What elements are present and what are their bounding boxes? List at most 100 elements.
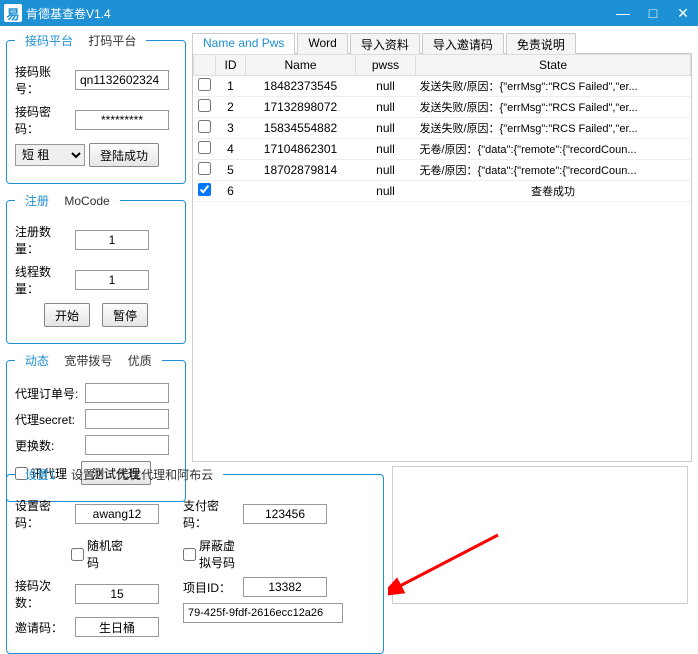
title-bar: 易 肯德基查卷V1.4 — □ ✕	[0, 0, 698, 26]
cell-id: 3	[216, 118, 246, 139]
tab-name-pws[interactable]: Name and Pws	[192, 33, 295, 54]
row-checkbox[interactable]	[198, 99, 211, 112]
paypwd-input[interactable]	[243, 504, 327, 524]
cell-id: 5	[216, 160, 246, 181]
reg-count-label: 注册数量：	[15, 223, 71, 257]
main-tabstrip: Name and Pws Word 导入资料 导入邀请码 免责说明	[192, 32, 692, 54]
paypwd-label: 支付密码：	[183, 497, 239, 531]
random-pwd-checkbox[interactable]: 随机密码	[71, 537, 127, 571]
proxy-order-input[interactable]	[85, 383, 169, 403]
setpwd-label: 设置密码：	[15, 497, 71, 531]
password-label: 接码密码：	[15, 103, 71, 137]
change-count-label: 更换数:	[15, 437, 81, 454]
tab-platform[interactable]: 接码平台	[19, 34, 79, 48]
tab-mocode[interactable]: MoCode	[58, 194, 115, 208]
table-row[interactable]: 417104862301null无卷/原因：{"data":{"remote":…	[194, 139, 691, 160]
cell-pwss: null	[356, 181, 416, 202]
tab-import-invite[interactable]: 导入邀请码	[422, 33, 504, 54]
table-row[interactable]: 118482373545null发送失败/原因：{"errMsg":"RCS F…	[194, 76, 691, 97]
thread-count-label: 线程数量：	[15, 263, 71, 297]
th-check	[194, 55, 216, 76]
cell-pwss: null	[356, 97, 416, 118]
thread-count-input[interactable]	[75, 270, 149, 290]
row-checkbox[interactable]	[198, 78, 211, 91]
tab-quality[interactable]: 优质	[122, 354, 158, 368]
invite-label: 邀请码：	[15, 619, 71, 636]
cell-state: 无卷/原因：{"data":{"remote":{"recordCoun...	[416, 139, 691, 160]
tab-settings2[interactable]: 设置2	[65, 468, 108, 482]
cell-state: 发送失败/原因：{"errMsg":"RCS Failed","er...	[416, 118, 691, 139]
cell-name: 17132898072	[246, 97, 356, 118]
cell-name: 17104862301	[246, 139, 356, 160]
row-checkbox[interactable]	[198, 183, 211, 196]
cell-id: 2	[216, 97, 246, 118]
change-count-input[interactable]	[85, 435, 169, 455]
app-title: 肯德基查卷V1.4	[26, 5, 111, 22]
cell-state: 发送失败/原因：{"errMsg":"RCS Failed","er...	[416, 97, 691, 118]
th-state: State	[416, 55, 691, 76]
window-buttons: — □ ✕	[608, 0, 698, 26]
login-button[interactable]: 登陆成功	[89, 143, 159, 167]
cell-pwss: null	[356, 160, 416, 181]
maximize-button[interactable]: □	[638, 0, 668, 26]
recv-count-input[interactable]	[75, 584, 159, 604]
cell-state: 查卷成功	[416, 181, 691, 202]
cell-pwss: null	[356, 118, 416, 139]
cell-pwss: null	[356, 76, 416, 97]
password-input[interactable]	[75, 110, 169, 130]
pid-label: 项目ID：	[183, 579, 239, 596]
row-checkbox[interactable]	[198, 141, 211, 154]
tab-register[interactable]: 注册	[19, 194, 55, 208]
data-table: ID Name pwss State 118482373545null发送失败/…	[193, 54, 691, 202]
minimize-button[interactable]: —	[608, 0, 638, 26]
register-group: 注册 MoCode 注册数量： 线程数量： 开始 暂停	[6, 192, 186, 344]
tab-wuyou[interactable]: 无忧代理和阿布云	[111, 468, 219, 482]
short-rent-select[interactable]: 短 租	[15, 144, 85, 166]
cell-name: 18482373545	[246, 76, 356, 97]
tab-settings1[interactable]: 设置1	[19, 468, 62, 482]
account-input[interactable]	[75, 70, 169, 90]
setpwd-input[interactable]	[75, 504, 159, 524]
account-label: 接码账号：	[15, 63, 71, 97]
cell-name: 18702879814	[246, 160, 356, 181]
proxy-order-label: 代理订单号:	[15, 385, 81, 402]
tab-word[interactable]: Word	[297, 33, 347, 54]
pid-input[interactable]	[243, 577, 327, 597]
tab-dama[interactable]: 打码平台	[82, 34, 142, 48]
reg-count-input[interactable]	[75, 230, 149, 250]
tab-import-data[interactable]: 导入资料	[350, 33, 420, 54]
code-input[interactable]	[183, 603, 343, 623]
recv-count-label: 接码次数：	[15, 577, 71, 611]
proxy-secret-label: 代理secret:	[15, 411, 81, 428]
cell-state: 无卷/原因：{"data":{"remote":{"recordCoun...	[416, 160, 691, 181]
tab-disclaimer[interactable]: 免责说明	[506, 33, 576, 54]
tab-dynamic[interactable]: 动态	[19, 354, 55, 368]
cell-state: 发送失败/原因：{"errMsg":"RCS Failed","er...	[416, 76, 691, 97]
preview-pane	[392, 466, 688, 604]
table-row[interactable]: 217132898072null发送失败/原因：{"errMsg":"RCS F…	[194, 97, 691, 118]
cell-name: 15834554882	[246, 118, 356, 139]
th-pwss: pwss	[356, 55, 416, 76]
start-button[interactable]: 开始	[44, 303, 90, 327]
row-checkbox[interactable]	[198, 162, 211, 175]
cell-id: 4	[216, 139, 246, 160]
cell-id: 1	[216, 76, 246, 97]
tab-dial[interactable]: 宽带拨号	[58, 354, 118, 368]
app-icon: 易	[4, 4, 22, 22]
th-name: Name	[246, 55, 356, 76]
cell-pwss: null	[356, 139, 416, 160]
table-row[interactable]: 315834554882null发送失败/原因：{"errMsg":"RCS F…	[194, 118, 691, 139]
table-row[interactable]: 6 null查卷成功	[194, 181, 691, 202]
platform-group: 接码平台 打码平台 接码账号： 接码密码： 短 租 登陆成功	[6, 32, 186, 184]
mask-virtual-checkbox[interactable]: 屏蔽虚拟号码	[183, 537, 239, 571]
invite-input[interactable]	[75, 617, 159, 637]
cell-name	[246, 181, 356, 202]
table-row[interactable]: 518702879814null无卷/原因：{"data":{"remote":…	[194, 160, 691, 181]
settings-group: 设置1 设置2 无忧代理和阿布云 设置密码： 随机密码 接码次数： 邀请码：	[6, 466, 384, 654]
proxy-secret-input[interactable]	[85, 409, 169, 429]
cell-id: 6	[216, 181, 246, 202]
th-id: ID	[216, 55, 246, 76]
stop-button[interactable]: 暂停	[102, 303, 148, 327]
row-checkbox[interactable]	[198, 120, 211, 133]
close-button[interactable]: ✕	[668, 0, 698, 26]
